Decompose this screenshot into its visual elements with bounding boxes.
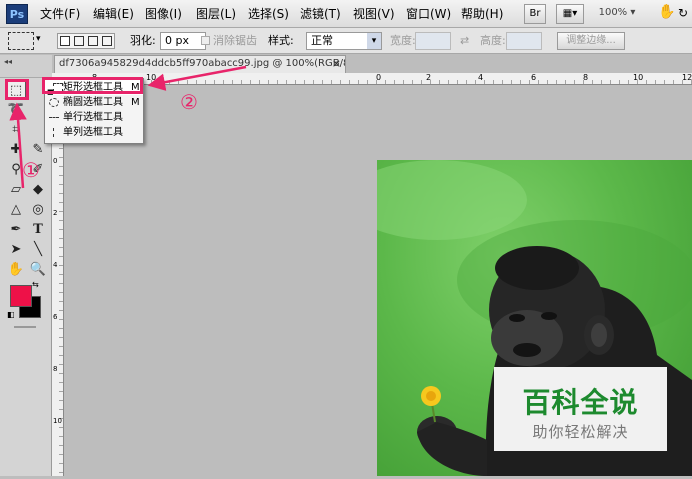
watermark-title: 百科全说 [522, 386, 639, 419]
arrow-step1 [9, 102, 27, 189]
arrow-step2 [147, 65, 247, 91]
watermark-subtitle: 助你轻松解决 [532, 423, 629, 441]
watermark: 百科全说 助你轻松解决 [494, 367, 667, 451]
